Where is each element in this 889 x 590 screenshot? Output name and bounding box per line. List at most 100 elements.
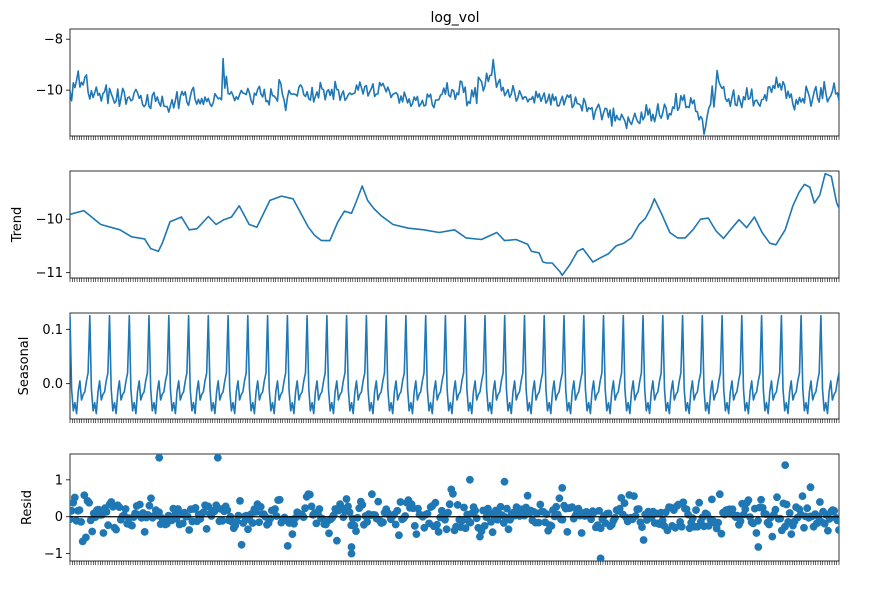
resid-point	[785, 509, 794, 517]
resid-point	[638, 523, 646, 531]
y-tick-label: 0	[55, 510, 63, 525]
resid-point	[99, 529, 108, 537]
resid-point	[236, 497, 244, 505]
resid-point	[333, 536, 341, 545]
resid-point	[88, 527, 97, 536]
resid-point	[752, 529, 761, 537]
resid-point	[347, 549, 356, 558]
panel-resid: 1 0 −1 Resid	[20, 453, 840, 565]
figure-title: log_vol	[430, 10, 479, 26]
resid-point	[835, 526, 839, 534]
resid-point	[773, 493, 781, 502]
resid-point	[85, 498, 93, 507]
resid-point	[741, 505, 750, 514]
resid-point	[806, 483, 815, 492]
resid-point	[401, 512, 410, 520]
resid-point	[558, 484, 567, 492]
resid-point	[639, 536, 648, 544]
resid-point	[523, 491, 532, 500]
resid-point	[472, 514, 481, 523]
resid-point	[306, 490, 314, 499]
resid-point	[102, 508, 111, 516]
resid-point	[202, 525, 211, 533]
resid-point	[342, 495, 351, 503]
resid-point	[395, 531, 403, 540]
resid-point	[379, 518, 387, 527]
resid-point	[781, 461, 790, 469]
resid-point	[353, 513, 362, 522]
resid-point	[611, 513, 619, 522]
y-tick-label: 0.0	[42, 377, 63, 392]
resid-point	[374, 497, 383, 506]
resid-point	[536, 500, 545, 509]
resid-point	[213, 454, 222, 462]
y-tick-label: 0.1	[42, 323, 63, 338]
panel-trend: −10 −11 Trend	[10, 170, 840, 282]
resid-point	[824, 526, 832, 535]
resid-point	[121, 505, 130, 513]
resid-point	[800, 523, 808, 532]
resid-point	[82, 533, 90, 542]
resid-point	[275, 495, 284, 504]
resid-point	[77, 518, 85, 526]
resid-point	[449, 489, 457, 498]
resid-point	[412, 530, 421, 538]
resid-point	[504, 525, 513, 534]
resid-point	[776, 514, 785, 523]
resid-point	[112, 525, 120, 534]
resid-point	[634, 505, 643, 513]
resid-point	[237, 540, 246, 549]
resid-point	[488, 528, 497, 537]
resid-point	[185, 526, 194, 534]
resid-point	[768, 532, 777, 541]
resid-point	[620, 499, 629, 507]
resid-point	[155, 454, 164, 462]
resid-point	[765, 520, 773, 529]
resid-point	[692, 506, 700, 514]
resid-point	[754, 543, 763, 551]
resid-point	[782, 500, 791, 509]
resid-point	[363, 518, 371, 526]
resid-point	[445, 500, 454, 509]
resid-point	[288, 530, 297, 538]
resid-point	[744, 496, 753, 504]
y-tick-label: −11	[36, 266, 63, 281]
resid-point	[787, 530, 796, 538]
resid-point	[410, 522, 419, 530]
resid-point	[393, 506, 402, 515]
y-axis-label-seasonal: Seasonal	[17, 337, 32, 396]
resid-point	[500, 477, 509, 486]
resid-point	[352, 527, 360, 535]
resid-point	[128, 521, 136, 530]
resid-point	[688, 514, 697, 523]
resid-point	[178, 519, 187, 528]
resid-point	[255, 518, 263, 527]
resid-point	[833, 516, 839, 525]
y-axis-label-resid: Resid	[20, 490, 35, 525]
panels-group: −8 −10 −10 −11 Trend 0.1 0.0 Seasonal 1 0 −1 Resid	[10, 28, 840, 565]
y-tick-label: −10	[36, 213, 63, 228]
resid-point	[714, 518, 723, 527]
y-tick-label: 1	[55, 473, 63, 488]
resid-point	[70, 493, 79, 502]
decomposition-figure: log_vol −8−10−10−11Trend0.10.0Seasonal10…	[10, 10, 840, 565]
resid-point	[315, 505, 324, 513]
resid-point	[708, 495, 716, 504]
resid-point	[552, 502, 561, 511]
resid-point	[433, 520, 441, 529]
resid-point	[147, 494, 155, 503]
resid-point	[471, 506, 480, 515]
panel-observed: −8 −10	[36, 28, 840, 140]
resid-point	[736, 517, 745, 526]
resid-point	[75, 506, 84, 514]
resid-point	[444, 508, 452, 517]
resid-point	[466, 475, 474, 484]
resid-point	[563, 528, 572, 536]
resid-point	[442, 525, 451, 534]
resid-point	[577, 529, 586, 537]
resid-point	[136, 500, 144, 509]
axes-frame-observed	[69, 28, 840, 137]
resid-point	[631, 512, 640, 520]
resid-point	[256, 502, 265, 511]
resid-point	[757, 495, 765, 504]
